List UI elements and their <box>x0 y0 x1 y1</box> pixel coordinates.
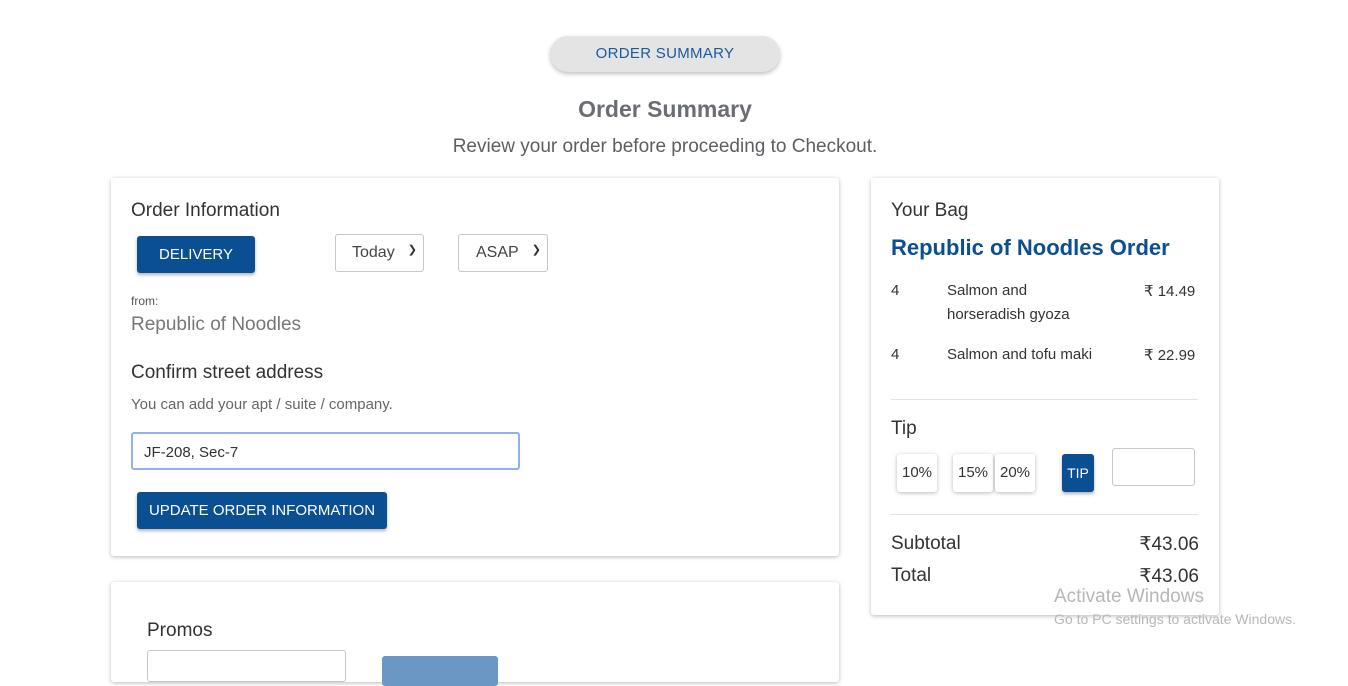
chevron-down-icon: ❯ <box>531 244 541 256</box>
tip-button[interactable]: TIP <box>1062 454 1094 492</box>
day-select-value: Today <box>352 244 395 261</box>
delivery-button[interactable]: DELIVERY <box>137 236 255 273</box>
item-price: ₹ 22.99 <box>1144 347 1196 364</box>
tip-20-button[interactable]: 20% <box>995 454 1035 492</box>
update-order-information-button[interactable]: UPDATE ORDER INFORMATION <box>137 492 387 529</box>
promo-code-input[interactable] <box>147 650 346 682</box>
item-quantity: 4 <box>891 282 900 299</box>
list-item: 4 Salmon and horseradish gyoza ₹ 14.49 <box>891 282 1201 334</box>
total-value: ₹43.06 <box>1139 566 1199 587</box>
street-address-input[interactable]: JF-208, Sec-7 <box>131 432 520 470</box>
list-item: 4 Salmon and tofu maki ₹ 22.99 <box>891 346 1201 374</box>
promos-heading: Promos <box>147 620 213 641</box>
subtotal-label: Subtotal <box>891 533 961 554</box>
chevron-down-icon: ❯ <box>407 244 417 256</box>
apply-promo-button[interactable] <box>382 656 498 686</box>
tip-15-button[interactable]: 15% <box>953 454 993 492</box>
item-name: Salmon and <box>947 282 1028 299</box>
item-name-line2: horseradish gyoza <box>947 306 1070 323</box>
order-information-card: Order Information DELIVERY Today ❯ ASAP … <box>111 178 839 556</box>
item-name: Salmon and tofu maki <box>947 346 1093 363</box>
promos-card: Promos <box>111 582 839 686</box>
page-subtitle: Review your order before proceeding to C… <box>452 136 878 157</box>
from-label: from: <box>131 294 159 308</box>
time-select[interactable]: ASAP ❯ <box>458 234 548 272</box>
activate-windows-hint: Go to PC settings to activate Windows. <box>1054 611 1296 627</box>
page-title: Order Summary <box>578 96 752 122</box>
order-information-heading: Order Information <box>131 200 280 221</box>
subtotal-value: ₹43.06 <box>1139 534 1199 555</box>
order-summary-pill[interactable]: ORDER SUMMARY <box>550 36 780 72</box>
address-heading: Confirm street address <box>131 362 324 383</box>
item-price: ₹ 14.49 <box>1144 283 1196 300</box>
total-label: Total <box>891 565 932 586</box>
bag-order-title: Republic of Noodles Order <box>891 235 1170 260</box>
item-quantity: 4 <box>891 346 900 363</box>
divider <box>891 514 1198 515</box>
tip-heading: Tip <box>891 418 917 439</box>
your-bag-card: Your Bag Republic of Noodles Order 4 Sal… <box>871 178 1219 615</box>
divider <box>891 399 1198 400</box>
address-hint: You can add your apt / suite / company. <box>131 396 393 413</box>
your-bag-heading: Your Bag <box>891 200 969 221</box>
street-address-value: JF-208, Sec-7 <box>144 444 239 461</box>
activate-windows-watermark: Activate Windows <box>1054 586 1204 607</box>
restaurant-name: Republic of Noodles <box>131 314 302 335</box>
custom-tip-input[interactable] <box>1112 448 1195 486</box>
day-select[interactable]: Today ❯ <box>335 234 424 272</box>
tip-10-button[interactable]: 10% <box>897 454 937 492</box>
time-select-value: ASAP <box>476 244 519 261</box>
